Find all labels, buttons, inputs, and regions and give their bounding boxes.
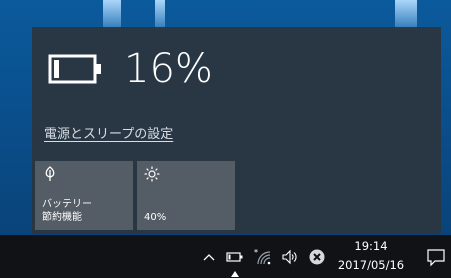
battery-percent: 16% <box>124 46 213 92</box>
battery-flyout: 16% 電源とスリープの設定 バッテリー 節約機能 40% <box>32 27 441 234</box>
clock-time: 19:14 <box>354 239 388 253</box>
tray-volume-button[interactable] <box>280 247 300 267</box>
battery-saver-tile[interactable]: バッテリー 節約機能 <box>35 161 133 230</box>
tray-error-button[interactable] <box>307 247 327 267</box>
wifi-icon: * <box>254 248 271 265</box>
chevron-up-icon <box>203 254 215 261</box>
action-center-icon[interactable] <box>426 247 446 267</box>
active-tray-indicator <box>231 271 239 277</box>
wallpaper-light-beam <box>395 0 417 30</box>
taskbar-clock[interactable]: 19:14 2017/05/16 <box>334 237 408 275</box>
error-icon <box>309 249 325 265</box>
power-sleep-settings-link[interactable]: 電源とスリープの設定 <box>44 123 173 142</box>
tray-network-button[interactable]: * <box>253 247 273 267</box>
show-hidden-icons-button[interactable] <box>201 247 217 267</box>
wallpaper-light-beam <box>103 0 121 30</box>
tray-battery-button[interactable] <box>225 247 245 267</box>
battery-saver-label: バッテリー 節約機能 <box>42 199 92 223</box>
volume-icon <box>282 249 297 265</box>
battery-icon <box>226 252 243 262</box>
battery-large-icon <box>48 54 101 84</box>
brightness-tile[interactable]: 40% <box>137 161 235 230</box>
battery-status: 16% <box>48 45 213 93</box>
brightness-icon <box>144 166 160 182</box>
wallpaper-light-beam <box>155 0 165 30</box>
clock-date: 2017/05/16 <box>337 258 405 272</box>
leaf-icon <box>45 166 55 181</box>
svg-text:*: * <box>254 248 258 257</box>
brightness-label: 40% <box>144 212 167 223</box>
